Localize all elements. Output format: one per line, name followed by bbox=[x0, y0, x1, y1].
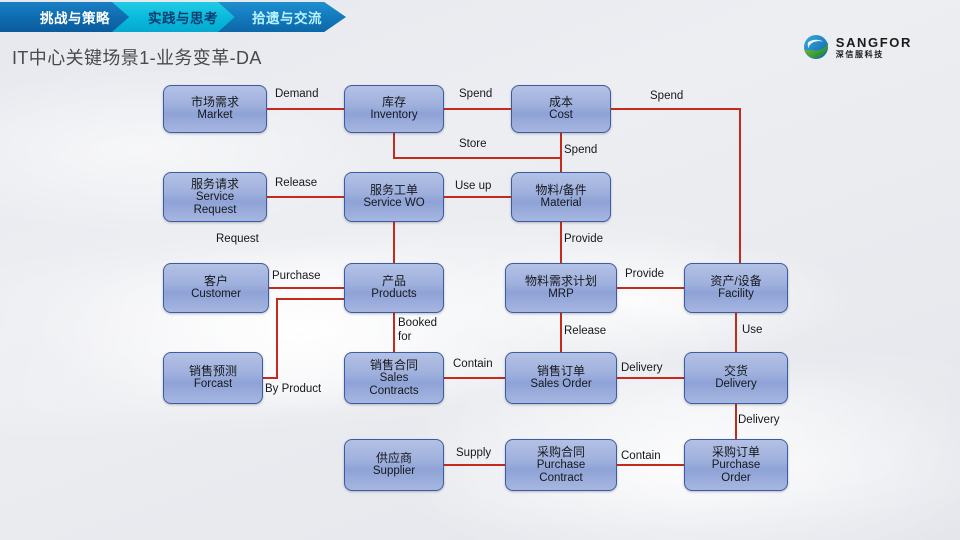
node-sales-order[interactable]: 销售订单 Sales Order bbox=[505, 352, 617, 404]
node-label-en: Material bbox=[540, 197, 582, 210]
node-customer[interactable]: 客户 Customer bbox=[163, 263, 269, 313]
node-label-cn: 服务请求 bbox=[190, 176, 239, 191]
edge-label-release-2: Release bbox=[564, 325, 607, 337]
node-label-en: Customer bbox=[191, 288, 241, 301]
node-label-cn: 产品 bbox=[381, 274, 406, 289]
edge-label-use-up: Use up bbox=[455, 180, 492, 192]
node-label-en: Inventory bbox=[370, 109, 418, 122]
node-label-en: Delivery bbox=[715, 378, 757, 391]
edge-label-spend-2: Spend bbox=[650, 90, 684, 102]
node-label-en: MRP bbox=[548, 288, 574, 301]
node-service-request[interactable]: 服务请求 Service Request bbox=[163, 172, 267, 222]
edge-label-spend-1: Spend bbox=[459, 88, 493, 100]
node-label-en: Facility bbox=[718, 288, 754, 301]
edge-label-contain-1: Contain bbox=[453, 358, 493, 370]
node-purchase-contract[interactable]: 采购合同 Purchase Contract bbox=[505, 439, 617, 491]
node-label-en: Sales Order bbox=[530, 378, 592, 391]
edge-label-provide-1: Provide bbox=[564, 233, 603, 245]
node-products[interactable]: 产品 Products bbox=[344, 263, 444, 313]
nav-tab-label: 拾遗与交流 bbox=[252, 11, 322, 26]
node-material[interactable]: 物料/备件 Material bbox=[511, 172, 611, 222]
edge-label-spend-3: Spend bbox=[564, 144, 598, 156]
node-label-en: Service WO bbox=[363, 197, 425, 210]
page-title: IT中心关键场景1-业务变革-DA bbox=[12, 48, 262, 68]
node-label-cn: 销售订单 bbox=[536, 364, 585, 379]
sangfor-logo: SANGFOR 深信服科技 bbox=[803, 34, 912, 60]
edge-label-by-product: By Product bbox=[265, 383, 322, 395]
logo-wordmark: SANGFOR 深信服科技 bbox=[836, 36, 912, 59]
edge-label-store: Store bbox=[459, 138, 487, 150]
edge-label-release-1: Release bbox=[275, 177, 318, 189]
node-facility[interactable]: 资产/设备 Facility bbox=[684, 263, 788, 313]
edge-label-delivery-2: Delivery bbox=[738, 414, 780, 426]
nav-tab-label: 实践与思考 bbox=[148, 11, 218, 26]
node-label-cn: 市场需求 bbox=[190, 95, 239, 110]
node-supplier[interactable]: 供应商 Supplier bbox=[344, 439, 444, 491]
node-label-en: Forcast bbox=[193, 378, 233, 391]
node-label-en: Purchase Contract bbox=[536, 458, 586, 485]
nav-tab-label: 挑战与策略 bbox=[40, 11, 110, 26]
node-label-cn: 采购订单 bbox=[711, 444, 760, 459]
node-purchase-order[interactable]: 采购订单 Purchase Order bbox=[684, 439, 788, 491]
edge-label-use: Use bbox=[742, 324, 763, 336]
node-market[interactable]: 市场需求 Market bbox=[163, 85, 267, 133]
chevron-nav-banner: 挑战与策略 实践与思考 拾遗与交流 bbox=[0, 0, 346, 34]
node-mrp[interactable]: 物料需求计划 MRP bbox=[505, 263, 617, 313]
node-label-en: Cost bbox=[549, 109, 573, 122]
node-inventory[interactable]: 库存 Inventory bbox=[344, 85, 444, 133]
flow-diagram: 市场需求 Market 库存 Inventory 成本 Cost 服务请求 Se… bbox=[0, 0, 960, 540]
node-label-cn: 采购合同 bbox=[536, 444, 585, 459]
node-cost[interactable]: 成本 Cost bbox=[511, 85, 611, 133]
edge-label-supply: Supply bbox=[456, 447, 492, 459]
node-label-cn: 服务工单 bbox=[369, 183, 418, 198]
globe-icon bbox=[803, 35, 828, 59]
node-label-cn: 库存 bbox=[381, 95, 406, 110]
edge-label-provide-2: Provide bbox=[625, 268, 664, 280]
edge-label-purchase: Purchase bbox=[272, 270, 321, 282]
node-label-en: Service Request bbox=[193, 190, 237, 217]
logo-name-cn: 深信服科技 bbox=[835, 49, 884, 59]
node-label-cn: 成本 bbox=[548, 95, 573, 110]
node-label-cn: 客户 bbox=[203, 274, 228, 289]
node-sales-contracts[interactable]: 销售合同 Sales Contracts bbox=[344, 352, 444, 404]
node-label-cn: 资产/设备 bbox=[710, 274, 762, 289]
edge-label-booked-for: Booked for bbox=[398, 317, 438, 343]
node-label-cn: 供应商 bbox=[375, 451, 412, 466]
node-label-cn: 物料/备件 bbox=[535, 183, 587, 198]
node-label-cn: 销售预测 bbox=[188, 364, 237, 379]
node-label-cn: 物料需求计划 bbox=[524, 274, 597, 289]
node-label-en: Sales Contracts bbox=[369, 371, 419, 398]
logo-name-en: SANGFOR bbox=[835, 34, 912, 50]
node-label-en: Supplier bbox=[372, 465, 416, 478]
edge-label-demand: Demand bbox=[275, 88, 319, 100]
node-label-en: Market bbox=[197, 109, 233, 122]
node-delivery[interactable]: 交货 Delivery bbox=[684, 352, 788, 404]
edge-label-request: Request bbox=[216, 233, 259, 245]
node-label-cn: 销售合同 bbox=[369, 357, 418, 372]
node-label-en: Products bbox=[371, 288, 417, 301]
node-label-cn: 交货 bbox=[723, 364, 748, 379]
node-service-wo[interactable]: 服务工单 Service WO bbox=[344, 172, 444, 222]
edge-label-contain-2: Contain bbox=[621, 450, 661, 462]
nav-tab-exchange[interactable]: 拾遗与交流 bbox=[218, 2, 346, 32]
node-forcast[interactable]: 销售预测 Forcast bbox=[163, 352, 263, 404]
edge-label-delivery-1: Delivery bbox=[621, 362, 663, 374]
edge-spend-2 bbox=[611, 108, 741, 263]
edge-by-product bbox=[263, 298, 344, 379]
slide-canvas: 挑战与策略 实践与思考 拾遗与交流 IT中心关键场景1-业务变革-DA SANG… bbox=[0, 0, 960, 540]
node-label-en: Purchase Order bbox=[711, 458, 761, 485]
